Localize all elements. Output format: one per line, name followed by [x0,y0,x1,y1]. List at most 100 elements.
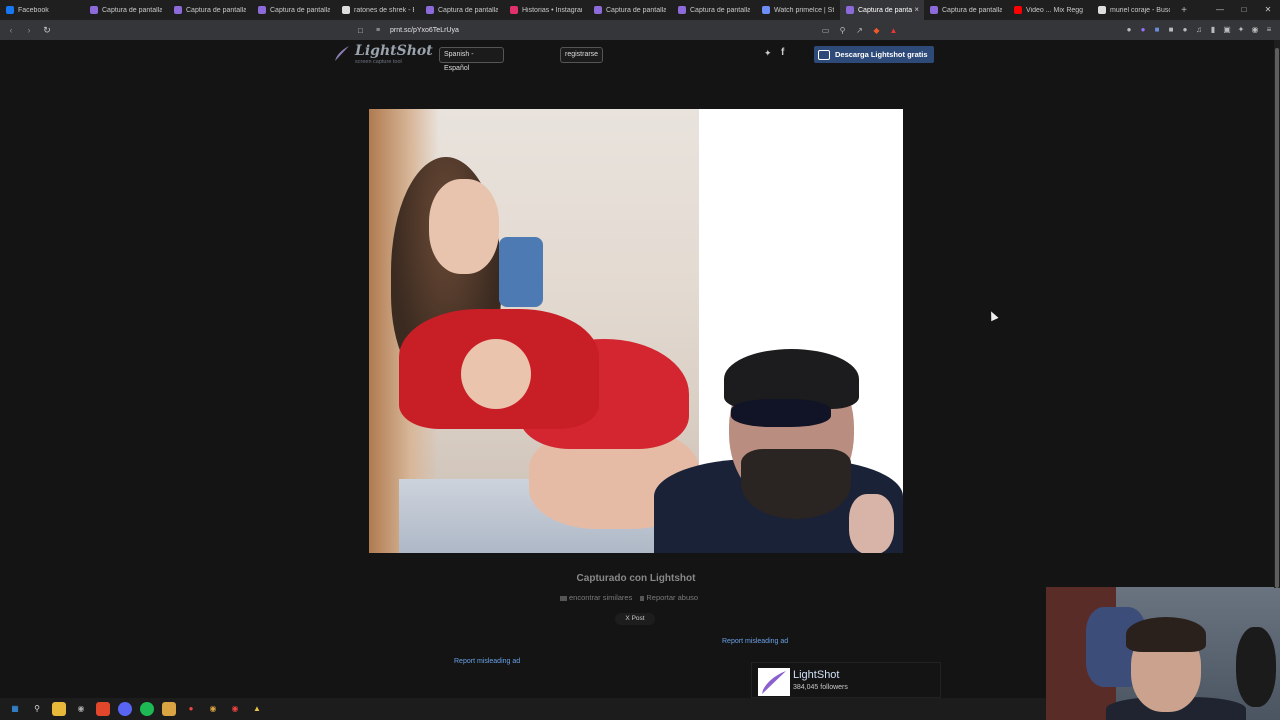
browser-tab[interactable]: Captura de pantalla p [168,0,252,20]
minimize-icon[interactable]: — [1208,0,1232,20]
browser-tab[interactable]: Captura de pantalla p [84,0,168,20]
report-misleading-ad-link[interactable]: Report misleading ad [722,638,788,645]
chrome-icon[interactable]: ◉ [74,702,88,716]
browser-tab-bar: Facebook Captura de pantalla p Captura de … [0,0,1280,20]
tab-favicon-icon [930,6,938,14]
tab-label: Captura de panta [858,6,913,14]
new-tab-button[interactable]: + [1176,5,1192,16]
browser-tab[interactable]: Captura de pantalla p [420,0,504,20]
report-abuse-link[interactable]: Reportar abuso [640,593,698,602]
language-selector[interactable]: Spanish - Español [439,47,504,72]
close-window-icon[interactable]: ✕ [1256,0,1280,20]
reload-icon[interactable]: ↻ [40,25,54,36]
extension-icon[interactable]: ■ [1166,25,1176,35]
windows-start-icon[interactable]: ▦ [8,702,22,716]
browser-tab[interactable]: Captura de panta × [840,0,924,20]
tab-favicon-icon [6,6,14,14]
taskbar: ▦ ⚲ ◉ ● ◉ ◉ ▲ [0,698,1046,720]
browser-tab[interactable]: Captura de pantalla p [924,0,1008,20]
mouse-cursor-icon [987,309,999,322]
vpn-icon[interactable]: ◉ [1250,25,1260,35]
photo-skin [461,339,531,409]
share-icon[interactable]: ↗ [854,25,865,36]
tab-label: muriel coraje - Buscar [1110,6,1170,14]
sidebar-icon[interactable]: ▮ [1208,25,1218,35]
browser-tab[interactable]: Historias • Instagram [504,0,588,20]
browser-tab[interactable]: Captura de pantalla p [252,0,336,20]
scrollbar-thumb[interactable] [1275,48,1279,588]
url-field[interactable]: prnt.sc/pYxo6TeLrUya [390,27,459,34]
capture-caption: Capturado con Lightshot [576,573,696,584]
download-lightshot-button[interactable]: Descarga Lightshot gratis [814,46,934,63]
report-misleading-ad-link[interactable]: Report misleading ad [454,658,520,665]
photo-face [429,179,499,274]
brave-icon[interactable] [96,702,110,716]
register-button[interactable]: registrarse [560,47,604,63]
tab-list: Facebook Captura de pantalla p Captura de … [0,0,1176,20]
streamer-hand [849,494,894,553]
twitter-icon[interactable]: ✦ [764,48,772,59]
flag-icon [640,595,645,601]
wallet-icon[interactable]: ▣ [1222,25,1232,35]
tab-favicon-icon [258,6,266,14]
browser-tab[interactable]: ratones de shrek - Bu [336,0,420,20]
browser-tab[interactable]: Facebook [0,0,84,20]
search-icon[interactable]: ⚲ [30,702,44,716]
tab-label: Captura de pantalla p [270,6,330,14]
app-icon[interactable] [162,702,176,716]
find-similar-link[interactable]: encontrar similares [560,593,632,602]
tab-favicon-icon [762,6,770,14]
webcam-hair [1126,617,1206,652]
logo-tagline: screen capture tool [355,59,402,65]
menu-icon[interactable]: ≡ [1264,25,1274,35]
window-controls: — □ ✕ [1208,0,1280,20]
tab-favicon-icon [174,6,182,14]
media-icon[interactable]: ♫ [1194,25,1204,35]
spotify-icon[interactable] [140,702,154,716]
bookmark-icon[interactable]: □ [358,26,368,35]
browser-tab[interactable]: Captura de pantalla p [588,0,672,20]
tab-favicon-icon [342,6,350,14]
discord-icon[interactable] [118,702,132,716]
tab-favicon-icon [678,6,686,14]
extension-icons: ● ● ■ ■ ● ♫ ▮ ▣ ✦ ◉ ≡ [1124,20,1274,40]
tab-favicon-icon [594,6,602,14]
file-explorer-icon[interactable] [52,702,66,716]
brave-rewards-icon[interactable]: ▲ [888,25,899,36]
tab-favicon-icon [510,6,518,14]
maximize-icon[interactable]: □ [1232,0,1256,20]
tab-label: Video ... Mix Regg [1026,6,1084,14]
extension-icon[interactable]: ● [1180,25,1190,35]
close-tab-icon[interactable]: × [914,5,919,14]
app-icon[interactable]: ● [184,702,198,716]
x-post-button[interactable]: X Post [615,613,655,625]
brave-shield-icon[interactable]: ◆ [871,25,882,36]
app-icon[interactable]: ◉ [206,702,220,716]
extension-icon[interactable]: ● [1138,25,1148,35]
site-info-icon[interactable]: ≡ [376,27,386,34]
tab-favicon-icon [1098,6,1106,14]
back-icon[interactable]: ‹ [4,25,18,35]
webcam-overlay [1046,587,1280,720]
extension-icon[interactable]: ● [1124,25,1134,35]
download-icon [818,49,830,60]
tab-label: Historias • Instagram [522,6,582,14]
app-icon[interactable]: ▲ [250,702,264,716]
tab-favicon-icon [1014,6,1022,14]
browser-tab[interactable]: Captura de pantalla p [672,0,756,20]
lightshot-page-card[interactable]: LightShot 384,045 followers [751,662,941,698]
forward-icon[interactable]: › [22,25,36,35]
zoom-icon[interactable]: ⚲ [837,25,848,36]
facebook-icon[interactable]: f [781,47,784,58]
extension-icon[interactable]: ■ [1152,25,1162,35]
cast-icon[interactable]: ▭ [820,25,831,36]
browser-tab[interactable]: Watch primelce | Stre [756,0,840,20]
app-icon[interactable]: ◉ [228,702,242,716]
photo-phone [499,237,543,307]
screenshot-image[interactable] [369,109,903,553]
lightshot-logo[interactable]: LightShot screen capture tool [333,44,433,65]
browser-tab[interactable]: muriel coraje - Buscar [1092,0,1176,20]
leo-icon[interactable]: ✦ [1236,25,1246,35]
browser-tab[interactable]: Video ... Mix Regg [1008,0,1092,20]
tab-label: Captura de pantalla p [606,6,666,14]
